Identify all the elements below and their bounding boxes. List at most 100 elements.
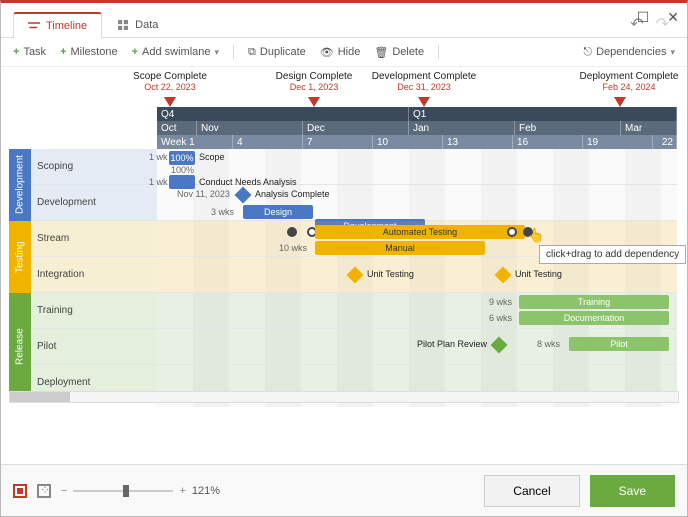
milestone-label: Scope CompleteOct 22, 2023 — [125, 71, 215, 92]
chevron-down-icon: ▾ — [215, 47, 220, 58]
week-cell: 19 — [583, 135, 653, 149]
hide-button[interactable]: 👁 Hide — [320, 46, 361, 59]
add-task-button[interactable]: + Task — [13, 46, 46, 58]
milestone-marker-icon — [614, 97, 626, 107]
milestone-diamond[interactable] — [347, 267, 364, 284]
task-bar-automated-testing[interactable]: Automated Testing — [315, 225, 525, 239]
dependencies-button[interactable]: ⎋Dependencies▾ — [583, 46, 675, 59]
milestone-diamond[interactable] — [491, 337, 508, 354]
milestone-marker-icon — [308, 97, 320, 107]
task-bar-scope[interactable]: 100% — [169, 151, 195, 165]
view-mode-fit-icon[interactable] — [13, 484, 27, 498]
tab-timeline-label: Timeline — [46, 20, 87, 32]
close-button[interactable]: ✕ — [667, 9, 679, 26]
add-swimlane-label: Add swimlane — [142, 46, 210, 58]
footer: − + 121% Cancel Save — [1, 464, 687, 516]
quarter-cell: Q1 — [409, 107, 677, 121]
month-cell: Jan — [409, 121, 515, 135]
row-scoping[interactable]: Scoping — [31, 149, 157, 185]
row-stream[interactable]: Stream — [31, 221, 157, 257]
scrollbar-thumb[interactable] — [10, 392, 70, 402]
milestone-label: Pilot Plan Review — [417, 339, 487, 349]
month-cell: Nov — [197, 121, 303, 135]
h-scrollbar[interactable] — [9, 391, 679, 403]
month-cell: Dec — [303, 121, 409, 135]
milestone-label: Design CompleteDec 1, 2023 — [269, 71, 359, 92]
dependency-handle[interactable] — [507, 227, 517, 237]
duplicate-button[interactable]: ⧉Duplicate — [248, 46, 306, 59]
tab-timeline[interactable]: Timeline — [13, 12, 102, 38]
milestone-diamond[interactable] — [235, 187, 252, 204]
week-cell: 22 — [653, 135, 677, 149]
gantt-body[interactable]: 1 wk 100% Scope 100% 1 wk Conduct Needs … — [157, 149, 677, 407]
dependency-handle-start[interactable] — [287, 227, 297, 237]
plus-icon: + — [60, 46, 66, 58]
add-swimlane-button[interactable]: + Add swimlane ▾ — [132, 46, 219, 58]
zoom-slider[interactable]: − + 121% — [61, 485, 220, 497]
add-task-label: Task — [23, 46, 46, 58]
task-bar-design[interactable]: Design — [243, 205, 313, 219]
tab-bar: Timeline Data ↶ ↷ — [1, 3, 687, 38]
slider-thumb[interactable] — [123, 485, 129, 497]
separator — [438, 44, 439, 60]
tab-data[interactable]: Data — [102, 12, 173, 37]
phase-development[interactable]: Development — [9, 149, 31, 221]
gantt-chart: Scope CompleteOct 22, 2023 Design Comple… — [1, 67, 687, 407]
milestone-label: Deployment CompleteFeb 24, 2024 — [569, 71, 687, 92]
milestone-header: Scope CompleteOct 22, 2023 Design Comple… — [1, 71, 687, 99]
task-duration: 10 wks — [279, 243, 307, 253]
task-duration: 9 wks — [489, 297, 512, 307]
task-bar-documentation[interactable]: Documentation — [519, 311, 669, 325]
task-duration: 6 wks — [489, 313, 512, 323]
week-cell: 16 — [513, 135, 583, 149]
redo-button[interactable]: ↷ — [656, 14, 669, 34]
task-bar-manual[interactable]: Manual — [315, 241, 485, 255]
milestone-label: Unit Testing — [515, 269, 562, 279]
view-mode-grid-icon[interactable] — [37, 484, 51, 498]
task-label: Scope — [199, 152, 225, 162]
chevron-down-icon: ▾ — [670, 47, 675, 58]
task-bar-training[interactable]: Training — [519, 295, 669, 309]
milestone-diamond[interactable] — [495, 267, 512, 284]
copy-icon: ⧉ — [248, 46, 256, 59]
month-cell: Oct — [157, 121, 197, 135]
milestone-label: Analysis Complete — [255, 189, 330, 199]
task-duration: 8 wks — [537, 339, 560, 349]
slider-track[interactable] — [73, 490, 173, 492]
swimlane-column: Development Scoping Development Testing … — [9, 149, 157, 401]
save-button[interactable]: Save — [590, 475, 675, 507]
grid-icon — [117, 20, 129, 30]
tooltip: click+drag to add dependency — [539, 245, 686, 264]
timeline-icon — [28, 21, 40, 31]
week-cell: 7 — [303, 135, 373, 149]
row-integration[interactable]: Integration — [31, 257, 157, 293]
task-bar-pilot[interactable]: Pilot — [569, 337, 669, 351]
month-cell: Feb — [515, 121, 621, 135]
cursor-icon: 👆 — [527, 227, 544, 244]
month-cell: Mar — [621, 121, 677, 135]
plus-icon: + — [13, 46, 19, 58]
delete-label: Delete — [392, 46, 424, 58]
add-milestone-button[interactable]: +Milestone — [60, 46, 118, 58]
row-pilot[interactable]: Pilot — [31, 329, 157, 365]
milestone-date: Nov 11, 2023 — [177, 189, 230, 199]
dependencies-label: Dependencies — [596, 46, 666, 58]
cancel-button[interactable]: Cancel — [484, 475, 579, 507]
row-training[interactable]: Training — [31, 293, 157, 329]
hide-label: Hide — [338, 46, 361, 58]
zoom-in-icon[interactable]: + — [179, 485, 185, 497]
delete-button[interactable]: 🗑Delete — [374, 46, 424, 59]
quarter-cell: Q4 — [157, 107, 409, 121]
plus-icon: + — [132, 46, 138, 58]
eye-icon: 👁 — [320, 46, 334, 59]
row-development[interactable]: Development — [31, 185, 157, 221]
maximize-button[interactable]: ☐ — [637, 9, 650, 26]
milestone-marker-icon — [164, 97, 176, 107]
zoom-out-icon[interactable]: − — [61, 485, 67, 497]
separator — [233, 44, 234, 60]
task-progress: 100% — [171, 165, 194, 175]
phase-testing[interactable]: Testing — [9, 221, 31, 293]
task-duration: 3 wks — [211, 207, 234, 217]
zoom-value: 121% — [192, 485, 220, 497]
phase-release[interactable]: Release — [9, 293, 31, 401]
